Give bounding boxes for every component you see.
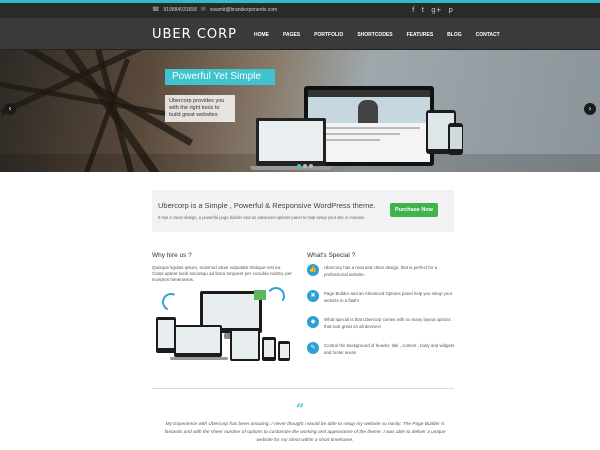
slider-prev-button[interactable]: ‹ xyxy=(4,103,16,115)
tag-icon: ◆ xyxy=(307,316,319,328)
why-hire-us-text: Quisque ligulas ipsum, euismod atras vul… xyxy=(152,265,292,282)
promo-headline: Ubercorp is a Simple , Powerful & Respon… xyxy=(158,201,376,210)
pinterest-icon[interactable]: p xyxy=(449,5,453,15)
laptop-base xyxy=(170,357,228,360)
pencil-icon: ✎ xyxy=(307,342,319,354)
curved-arrow xyxy=(265,285,287,307)
hero-title: Powerful Yet Simple xyxy=(165,69,275,85)
hero-text: Ubercorp provides you with the right too… xyxy=(165,95,235,122)
feature-item: 👍 Ubercorp has a neat and clean design, … xyxy=(307,264,457,278)
nav-item-home[interactable]: HOME xyxy=(254,32,269,38)
laptop-image xyxy=(174,325,222,357)
nav-item-blog[interactable]: BLOG xyxy=(447,32,461,38)
site-logo[interactable]: UBER CORP xyxy=(152,27,237,42)
tablet-landscape-image xyxy=(230,329,260,361)
google-plus-icon[interactable]: g+ xyxy=(431,5,441,15)
site-header: UBER CORP HOME PAGES PORTFOLIO SHORTCODE… xyxy=(0,18,600,50)
testimonial-text: My Experience with Ubercorp has been ama… xyxy=(164,422,446,443)
slider-dots xyxy=(297,164,313,168)
promo-subtext: It has a clean design, a powerful page b… xyxy=(158,215,366,220)
why-hire-us-heading: Why hire us ? xyxy=(152,252,192,259)
email-address[interactable]: swamit@brandexponents.com xyxy=(210,7,277,13)
email-icon: ✉ xyxy=(200,7,206,13)
feature-item: ◆ What special is that Ubercorp comes wi… xyxy=(307,316,457,330)
feature-item: ✎ Control the background of header, titl… xyxy=(307,342,457,356)
laptop-image xyxy=(250,118,332,170)
top-bar: ☎ 919884031658 ✉ swamit@brandexponents.c… xyxy=(0,3,600,18)
feature-text: What special is that Ubercorp comes with… xyxy=(324,317,451,329)
purchase-now-button[interactable]: Purchase Now xyxy=(390,203,438,217)
slider-dot[interactable] xyxy=(309,164,313,168)
tablet-image xyxy=(156,317,176,353)
feature-text: Page Builder and an Advanced Options pan… xyxy=(324,291,453,303)
nav-item-shortcodes[interactable]: SHORTCODES xyxy=(357,32,392,38)
nav-item-features[interactable]: FEATURES xyxy=(407,32,434,38)
nav-item-portfolio[interactable]: PORTFOLIO xyxy=(314,32,343,38)
whats-special-heading: What's Special ? xyxy=(307,252,356,259)
curved-arrow xyxy=(159,290,183,314)
main-nav: HOME PAGES PORTFOLIO SHORTCODES FEATURES… xyxy=(254,32,500,38)
contact-info: ☎ 919884031658 ✉ swamit@brandexponents.c… xyxy=(152,6,277,14)
facebook-icon[interactable]: f xyxy=(412,5,414,15)
quote-icon: ” xyxy=(296,402,305,418)
section-divider xyxy=(152,388,454,389)
nav-item-contact[interactable]: CONTACT xyxy=(476,32,500,38)
new-badge xyxy=(254,290,266,300)
twitter-icon[interactable]: t xyxy=(421,5,424,15)
responsive-devices-image xyxy=(152,285,292,365)
promo-box: Ubercorp is a Simple , Powerful & Respon… xyxy=(152,190,454,232)
phone-icon: ☎ xyxy=(152,7,160,13)
nav-item-pages[interactable]: PAGES xyxy=(283,32,300,38)
feature-item: ✖ Page Builder and an Advanced Options p… xyxy=(307,290,457,304)
feature-text: Control the background of header, title … xyxy=(324,343,455,355)
slider-dot[interactable] xyxy=(303,164,307,168)
thumbs-up-icon: 👍 xyxy=(307,264,319,276)
phone-image xyxy=(262,337,276,361)
tools-icon: ✖ xyxy=(307,290,319,302)
phone-image xyxy=(278,341,290,361)
phone-image xyxy=(448,123,463,155)
feature-text: Ubercorp has a neat and clean design, th… xyxy=(324,265,438,277)
phone-number: 919884031658 xyxy=(163,6,197,13)
slider-next-button[interactable]: › xyxy=(584,103,596,115)
slider-dot[interactable] xyxy=(297,164,301,168)
social-links: f t g+ p xyxy=(412,5,453,15)
